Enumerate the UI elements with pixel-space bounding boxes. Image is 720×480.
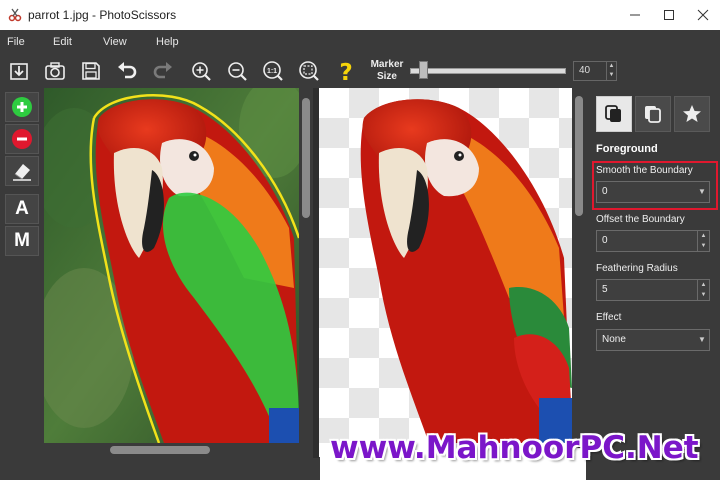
source-vertical-scrollbar[interactable] xyxy=(299,88,313,443)
undo-icon xyxy=(118,62,137,79)
camera-icon xyxy=(45,62,65,80)
window-title: parrot 1.jpg - PhotoScissors xyxy=(28,8,177,22)
source-horizontal-scrollbar[interactable] xyxy=(44,443,313,457)
marker-size-input[interactable]: 40 ▲ ▼ xyxy=(573,61,617,81)
marker-size-spin-arrows[interactable]: ▲ ▼ xyxy=(606,62,616,80)
manual-mode-button[interactable]: M xyxy=(5,226,39,256)
zoom-out-icon xyxy=(228,62,247,81)
offset-boundary-label: Offset the Boundary xyxy=(596,214,685,225)
source-horizontal-scroll-thumb[interactable] xyxy=(110,446,210,454)
open-file-icon xyxy=(10,63,28,80)
zoom-out-button[interactable] xyxy=(224,58,250,84)
menu-view[interactable]: View xyxy=(103,36,127,48)
question-mark-icon: ? xyxy=(339,60,352,83)
foreground-layers-icon xyxy=(605,105,621,122)
help-button[interactable]: ? xyxy=(333,58,359,84)
redo-icon xyxy=(153,62,172,79)
save-button[interactable] xyxy=(78,58,104,84)
zoom-in-icon xyxy=(192,62,211,81)
left-toolbar: A M xyxy=(0,88,44,480)
minus-circle-icon xyxy=(12,129,32,149)
chevron-down-icon: ▼ xyxy=(698,335,706,344)
marker-size-label: Marker Size xyxy=(367,59,407,83)
feather-spin-arrows[interactable]: ▲ ▼ xyxy=(697,280,709,300)
offset-spin-arrows[interactable]: ▲ ▼ xyxy=(697,231,709,251)
eraser-icon xyxy=(13,164,31,181)
manual-mode-label: M xyxy=(14,230,30,251)
source-image xyxy=(44,88,299,443)
zoom-in-button[interactable] xyxy=(188,58,214,84)
feathering-radius-value: 5 xyxy=(602,284,608,295)
menu-file[interactable]: File xyxy=(7,36,25,48)
close-icon xyxy=(697,9,709,21)
menu-bar: File Edit View Help xyxy=(0,30,720,54)
title-bar: parrot 1.jpg - PhotoScissors xyxy=(0,0,720,30)
marker-size-slider[interactable] xyxy=(410,68,566,74)
minimize-icon xyxy=(630,14,640,16)
maximize-button[interactable] xyxy=(652,0,686,30)
feathering-radius-spinner[interactable]: 5 ▲ ▼ xyxy=(596,279,710,301)
menu-edit[interactable]: Edit xyxy=(53,36,72,48)
foreground-tab[interactable] xyxy=(596,96,632,132)
effect-value: None xyxy=(602,334,626,345)
marker-size-label-line1: Marker xyxy=(370,59,404,70)
offset-boundary-value: 0 xyxy=(602,235,608,246)
remove-marker-button[interactable] xyxy=(5,124,39,154)
result-vertical-scrollbar[interactable] xyxy=(572,88,586,448)
zoom-fit-icon xyxy=(299,61,319,81)
plus-circle-icon xyxy=(12,97,32,117)
capture-button[interactable] xyxy=(42,58,68,84)
offset-boundary-spinner[interactable]: 0 ▲ ▼ xyxy=(596,230,710,252)
marker-size-label-line2: Size xyxy=(376,71,397,82)
bottom-status-area xyxy=(0,457,320,480)
smooth-boundary-highlight xyxy=(592,161,718,210)
open-button[interactable] xyxy=(6,58,32,84)
zoom-actual-size-button[interactable]: 1:1 xyxy=(260,58,286,84)
star-icon xyxy=(683,105,701,122)
zoom-actual-icon: 1:1 xyxy=(263,61,283,81)
properties-panel: Foreground Smooth the Boundary 0 ▼ Offse… xyxy=(586,88,720,480)
floppy-disk-icon xyxy=(82,62,100,80)
source-vertical-scroll-thumb[interactable] xyxy=(302,98,310,218)
panel-heading: Foreground xyxy=(596,143,658,155)
scissors-app-icon xyxy=(8,8,22,22)
source-canvas[interactable] xyxy=(44,88,299,443)
result-canvas[interactable] xyxy=(319,88,572,443)
close-button[interactable] xyxy=(686,0,720,30)
result-image xyxy=(360,99,572,443)
effect-select[interactable]: None ▼ xyxy=(596,329,710,351)
zoom-actual-label: 1:1 xyxy=(267,68,277,75)
auto-mode-label: A xyxy=(15,198,29,219)
menu-help[interactable]: Help xyxy=(156,36,179,48)
zoom-fit-button[interactable] xyxy=(296,58,322,84)
effects-tab[interactable] xyxy=(674,96,710,132)
marker-size-slider-handle[interactable] xyxy=(419,61,428,79)
eraser-button[interactable] xyxy=(5,156,39,186)
background-tab[interactable] xyxy=(635,96,671,132)
redo-button[interactable] xyxy=(150,58,176,84)
auto-mode-button[interactable]: A xyxy=(5,194,39,224)
minimize-button[interactable] xyxy=(618,0,652,30)
keep-marker-button[interactable] xyxy=(5,92,39,122)
maximize-icon xyxy=(664,10,674,20)
undo-button[interactable] xyxy=(114,58,140,84)
watermark-text: www.MahnoorPC.Net xyxy=(330,430,699,466)
result-vertical-scroll-thumb[interactable] xyxy=(575,96,583,216)
background-layers-icon xyxy=(645,106,661,123)
feathering-radius-label: Feathering Radius xyxy=(596,263,678,274)
effect-label: Effect xyxy=(596,312,622,323)
marker-size-value: 40 xyxy=(579,65,591,76)
svg-text:?: ? xyxy=(339,60,352,83)
